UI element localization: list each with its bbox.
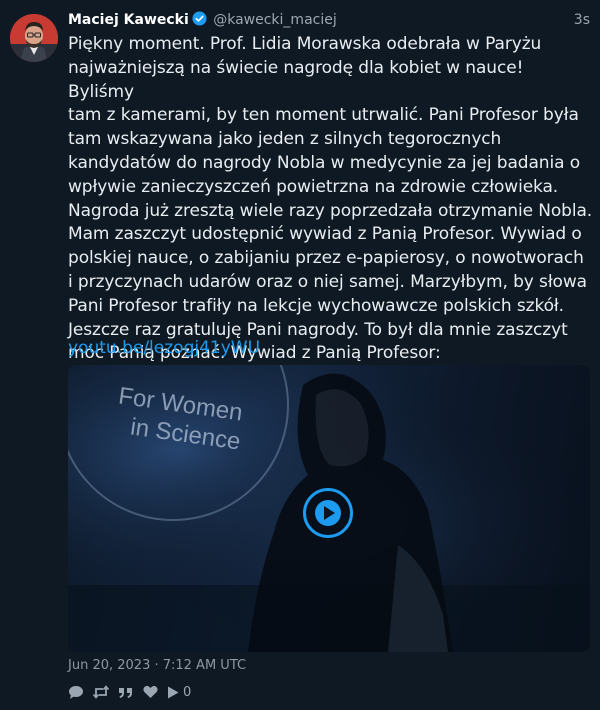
quote-button[interactable] — [118, 685, 134, 699]
views-button[interactable]: 0 — [167, 685, 191, 700]
quote-icon — [119, 688, 132, 698]
avatar[interactable] — [10, 14, 58, 62]
action-bar: 0 — [68, 683, 200, 701]
video-thumbnail[interactable]: For Women in Science — [68, 365, 590, 652]
like-icon — [143, 685, 158, 698]
tweet-link[interactable]: youtu.be/lezogj41yWU — [68, 337, 260, 361]
tweet: Maciej Kawecki @kawecki_maciej 3s Piękny… — [0, 0, 600, 710]
retweet-button[interactable] — [93, 685, 109, 699]
play-icon — [315, 500, 341, 526]
reply-button[interactable] — [68, 685, 84, 700]
retweet-icon — [93, 685, 109, 699]
tweet-text: Piękny moment. Prof. Lidia Morawska odeb… — [68, 34, 593, 364]
relative-time[interactable]: 3s — [574, 10, 590, 30]
views-count: 0 — [183, 684, 192, 700]
author-name[interactable]: Maciej Kawecki — [68, 12, 189, 28]
tweet-header: Maciej Kawecki @kawecki_maciej 3s — [68, 10, 590, 30]
views-icon — [168, 686, 179, 698]
play-button[interactable] — [303, 488, 353, 538]
like-button[interactable] — [143, 685, 158, 699]
author-handle[interactable]: @kawecki_maciej — [213, 12, 337, 28]
tweet-timestamp[interactable]: Jun 20, 2023 · 7:12 AM UTC — [68, 658, 246, 673]
verified-badge-icon — [192, 11, 207, 26]
reply-icon — [69, 685, 83, 699]
avatar-image — [10, 14, 58, 62]
